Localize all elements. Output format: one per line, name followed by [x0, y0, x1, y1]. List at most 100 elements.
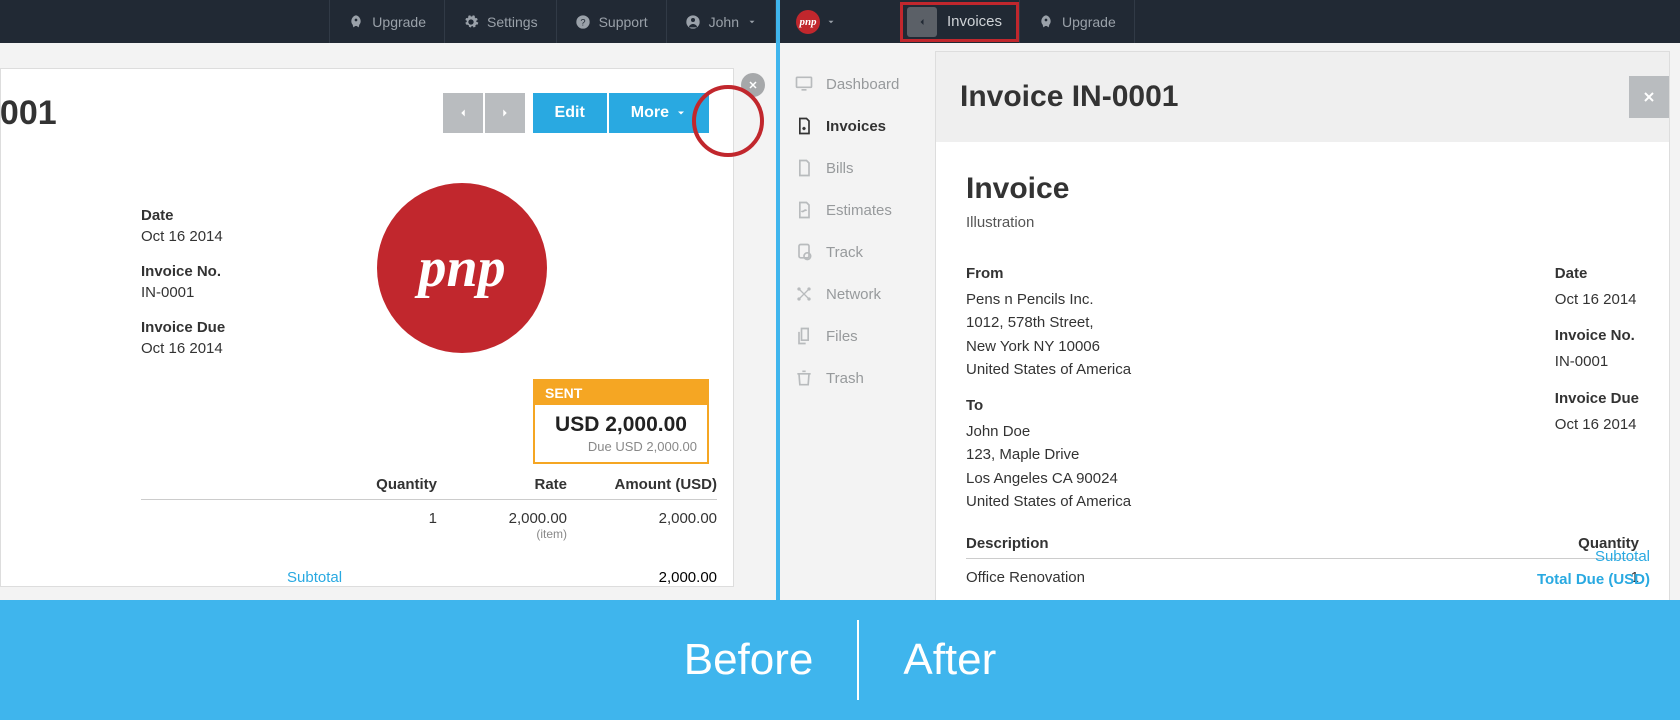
rocket-icon: [1038, 14, 1054, 30]
doc-subheading: Illustration: [966, 214, 1639, 231]
network-icon: [794, 284, 814, 304]
comparison-banner: Before After: [0, 600, 1680, 720]
brand-menu[interactable]: pnp: [780, 0, 852, 43]
bill-icon: [794, 158, 814, 178]
upgrade-button[interactable]: Upgrade: [1019, 0, 1135, 43]
sidebar-item-trash[interactable]: Trash: [780, 357, 935, 399]
total-due-label: Total Due (USD): [1537, 571, 1650, 588]
invoice-meta: Date Oct 16 2014 Invoice No. IN-0001 Inv…: [141, 173, 225, 357]
invoice-no-value: IN-0001: [1555, 350, 1639, 373]
chevron-down-icon: [826, 17, 836, 27]
amount-box: SENT USD 2,000.00 Due USD 2,000.00: [533, 379, 709, 464]
close-icon: [747, 79, 759, 91]
more-button[interactable]: More: [609, 93, 709, 133]
brand-logo: pnp: [796, 10, 820, 34]
date-label: Date: [141, 207, 225, 224]
cell-amount: 2,000.00: [567, 510, 717, 541]
invoice-card: 0001 Edit More: [0, 68, 734, 587]
invoice-number-title: 0001: [0, 94, 57, 133]
sidebar-item-track[interactable]: Track: [780, 231, 935, 273]
sidebar-item-invoices[interactable]: Invoices: [780, 105, 935, 147]
banner-separator: [857, 620, 859, 700]
close-button[interactable]: [1629, 76, 1669, 118]
files-icon: [794, 326, 814, 346]
user-menu[interactable]: John: [666, 0, 776, 43]
sidebar-item-label: Bills: [826, 160, 854, 177]
line-items-table: Quantity Rate Amount (USD) 1 2,000.00 (i…: [1, 476, 733, 551]
support-label: Support: [599, 14, 648, 30]
topbar-after: pnp Invoices Upgrade: [780, 0, 1680, 43]
gear-icon: [463, 14, 479, 30]
settings-label: Settings: [487, 14, 538, 30]
next-button[interactable]: [485, 93, 525, 133]
sidebar-item-files[interactable]: Files: [780, 315, 935, 357]
status-badge: SENT: [535, 381, 707, 405]
topbar-before: Upgrade Settings ? Support John: [0, 0, 776, 43]
user-icon: [685, 14, 701, 30]
cell-rate-note: (item): [437, 527, 567, 541]
cell-rate: 2,000.00: [437, 510, 567, 527]
rocket-icon: [348, 14, 364, 30]
col-amount: Amount (USD): [567, 476, 717, 493]
upgrade-button[interactable]: Upgrade: [329, 0, 444, 43]
invoice-due-value: Oct 16 2014: [141, 340, 225, 357]
invoice-icon: [794, 116, 814, 136]
back-highlight: Invoices: [900, 2, 1019, 42]
sidebar-item-label: Invoices: [826, 118, 886, 135]
settings-button[interactable]: Settings: [444, 0, 556, 43]
cell-qty: 1: [307, 510, 437, 541]
chevron-down-icon: [675, 107, 687, 119]
date-value: Oct 16 2014: [141, 228, 225, 245]
user-name: John: [709, 14, 739, 30]
chevron-down-icon: [747, 14, 757, 30]
to-label: To: [966, 397, 1266, 414]
date-value: Oct 16 2014: [1555, 288, 1639, 311]
back-button[interactable]: [907, 7, 937, 37]
help-icon: ?: [575, 14, 591, 30]
sidebar-item-bills[interactable]: Bills: [780, 147, 935, 189]
close-icon: [1641, 89, 1657, 105]
sidebar-item-label: Network: [826, 286, 881, 303]
sidebar-item-label: Estimates: [826, 202, 892, 219]
subtotal-value: 2,000.00: [567, 569, 717, 586]
close-button[interactable]: [741, 73, 765, 97]
edit-button[interactable]: Edit: [533, 93, 607, 133]
svg-text:?: ?: [580, 17, 585, 27]
sidebar-item-estimates[interactable]: Estimates: [780, 189, 935, 231]
upgrade-label: Upgrade: [1062, 14, 1116, 30]
sidebar-item-label: Dashboard: [826, 76, 899, 93]
estimate-icon: [794, 200, 814, 220]
chevron-left-icon: [456, 106, 470, 120]
back-label[interactable]: Invoices: [947, 13, 1002, 30]
chevron-right-icon: [498, 106, 512, 120]
chevron-left-icon: [916, 16, 928, 28]
from-value: Pens n Pencils Inc. 1012, 578th Street, …: [966, 288, 1266, 381]
company-logo: pnp: [377, 183, 547, 353]
upgrade-label: Upgrade: [372, 14, 426, 30]
sidebar-item-label: Trash: [826, 370, 864, 387]
support-button[interactable]: ? Support: [556, 0, 666, 43]
invoice-due-label: Invoice Due: [141, 319, 225, 336]
invoice-due-label: Invoice Due: [1555, 390, 1639, 407]
doc-title: Invoice IN-0001: [960, 80, 1178, 114]
after-label: After: [903, 635, 996, 685]
sidebar-item-label: Track: [826, 244, 863, 261]
amount-due: Due USD 2,000.00: [535, 437, 707, 462]
col-rate: Rate: [437, 476, 567, 493]
sidebar-item-dashboard[interactable]: Dashboard: [780, 63, 935, 105]
sidebar-item-label: Files: [826, 328, 858, 345]
totals-block: Subtotal Total Due (USD): [1537, 542, 1650, 588]
col-description: Description: [966, 535, 1519, 552]
edit-label: Edit: [555, 104, 585, 122]
prev-button[interactable]: [443, 93, 483, 133]
sidebar-item-network[interactable]: Network: [780, 273, 935, 315]
date-label: Date: [1555, 265, 1639, 282]
cell-description: Office Renovation: [966, 569, 1519, 586]
subtotal-label: Subtotal: [1537, 548, 1650, 565]
doc-heading: Invoice: [966, 172, 1639, 206]
invoice-no-label: Invoice No.: [141, 263, 225, 280]
from-label: From: [966, 265, 1266, 282]
invoice-no-label: Invoice No.: [1555, 327, 1639, 344]
amount-main: USD 2,000.00: [535, 405, 707, 437]
invoice-due-value: Oct 16 2014: [1555, 413, 1639, 436]
